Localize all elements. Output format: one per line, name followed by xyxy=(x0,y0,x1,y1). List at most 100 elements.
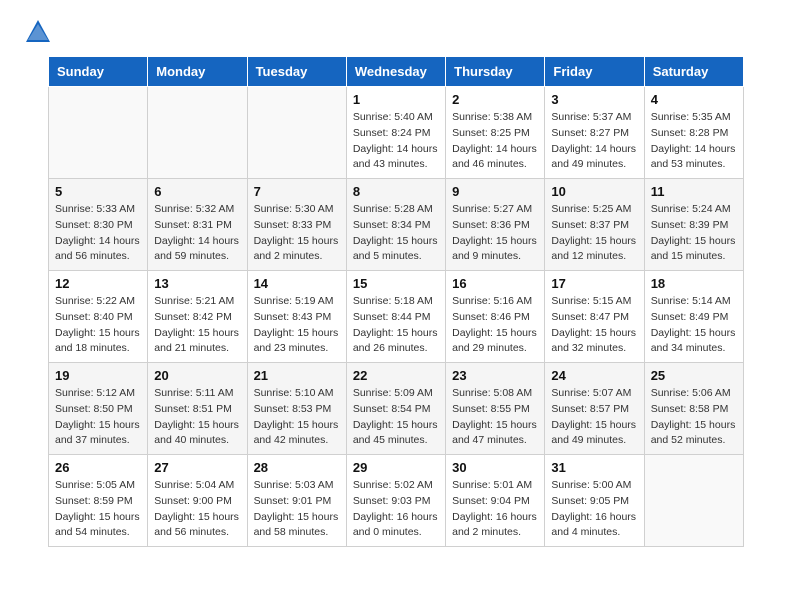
calendar-cell: 4 Sunrise: 5:35 AM Sunset: 8:28 PM Daylig… xyxy=(644,87,743,179)
day-info: Sunrise: 5:21 AM Sunset: 8:42 PM Dayligh… xyxy=(154,294,240,357)
day-info: Sunrise: 5:01 AM Sunset: 9:04 PM Dayligh… xyxy=(452,478,538,541)
day-number: 22 xyxy=(353,368,439,383)
day-number: 31 xyxy=(551,460,637,475)
calendar-cell: 5 Sunrise: 5:33 AM Sunset: 8:30 PM Daylig… xyxy=(49,179,148,271)
calendar-cell: 17Sunrise: 5:15 AM Sunset: 8:47 PM Dayli… xyxy=(545,271,644,363)
calendar-cell: 16 Sunrise: 5:16 AM Sunset: 8:46 PM Dayli… xyxy=(446,271,545,363)
day-info: Sunrise: 5:11 AM Sunset: 8:51 PM Dayligh… xyxy=(154,386,240,449)
col-header-thursday: Thursday xyxy=(446,57,545,87)
day-number: 11 xyxy=(651,184,737,199)
calendar-cell: 20 Sunrise: 5:11 AM Sunset: 8:51 PM Dayli… xyxy=(148,363,247,455)
col-header-friday: Friday xyxy=(545,57,644,87)
calendar-cell: 18 Sunrise: 5:14 AM Sunset: 8:49 PM Dayli… xyxy=(644,271,743,363)
calendar-cell: 30Sunrise: 5:01 AM Sunset: 9:04 PM Dayli… xyxy=(446,455,545,547)
calendar-cell: 8Sunrise: 5:28 AM Sunset: 8:34 PM Daylig… xyxy=(346,179,445,271)
calendar-cell: 23 Sunrise: 5:08 AM Sunset: 8:55 PM Dayli… xyxy=(446,363,545,455)
day-number: 12 xyxy=(55,276,141,291)
day-number: 24 xyxy=(551,368,637,383)
day-info: Sunrise: 5:04 AM Sunset: 9:00 PM Dayligh… xyxy=(154,478,240,541)
day-number: 16 xyxy=(452,276,538,291)
calendar-cell: 15 Sunrise: 5:18 AM Sunset: 8:44 PM Dayli… xyxy=(346,271,445,363)
calendar-cell: 29Sunrise: 5:02 AM Sunset: 9:03 PM Dayli… xyxy=(346,455,445,547)
day-info: Sunrise: 5:10 AM Sunset: 8:53 PM Dayligh… xyxy=(254,386,340,449)
col-header-wednesday: Wednesday xyxy=(346,57,445,87)
day-number: 2 xyxy=(452,92,538,107)
day-number: 25 xyxy=(651,368,737,383)
day-number: 20 xyxy=(154,368,240,383)
calendar-cell xyxy=(148,87,247,179)
calendar-cell: 19 Sunrise: 5:12 AM Sunset: 8:50 PM Dayli… xyxy=(49,363,148,455)
calendar-week-row: 5 Sunrise: 5:33 AM Sunset: 8:30 PM Daylig… xyxy=(49,179,744,271)
day-info: Sunrise: 5:03 AM Sunset: 9:01 PM Dayligh… xyxy=(254,478,340,541)
day-number: 7 xyxy=(254,184,340,199)
day-info: Sunrise: 5:06 AM Sunset: 8:58 PM Dayligh… xyxy=(651,386,737,449)
day-info: Sunrise: 5:08 AM Sunset: 8:55 PM Dayligh… xyxy=(452,386,538,449)
day-number: 4 xyxy=(651,92,737,107)
day-info: Sunrise: 5:32 AM Sunset: 8:31 PM Dayligh… xyxy=(154,202,240,265)
day-info: Sunrise: 5:07 AM Sunset: 8:57 PM Dayligh… xyxy=(551,386,637,449)
calendar-cell: 6 Sunrise: 5:32 AM Sunset: 8:31 PM Daylig… xyxy=(148,179,247,271)
day-info: Sunrise: 5:14 AM Sunset: 8:49 PM Dayligh… xyxy=(651,294,737,357)
calendar-cell: 2 Sunrise: 5:38 AM Sunset: 8:25 PM Daylig… xyxy=(446,87,545,179)
calendar-cell xyxy=(644,455,743,547)
calendar-table: SundayMondayTuesdayWednesdayThursdayFrid… xyxy=(48,56,744,547)
day-number: 15 xyxy=(353,276,439,291)
day-info: Sunrise: 5:22 AM Sunset: 8:40 PM Dayligh… xyxy=(55,294,141,357)
day-info: Sunrise: 5:35 AM Sunset: 8:28 PM Dayligh… xyxy=(651,110,737,173)
logo xyxy=(24,18,56,46)
day-number: 23 xyxy=(452,368,538,383)
day-number: 14 xyxy=(254,276,340,291)
calendar-wrapper: SundayMondayTuesdayWednesdayThursdayFrid… xyxy=(0,56,792,563)
day-number: 13 xyxy=(154,276,240,291)
calendar-cell: 22Sunrise: 5:09 AM Sunset: 8:54 PM Dayli… xyxy=(346,363,445,455)
calendar-cell: 28 Sunrise: 5:03 AM Sunset: 9:01 PM Dayli… xyxy=(247,455,346,547)
day-info: Sunrise: 5:40 AM Sunset: 8:24 PM Dayligh… xyxy=(353,110,439,173)
day-number: 28 xyxy=(254,460,340,475)
calendar-cell: 27 Sunrise: 5:04 AM Sunset: 9:00 PM Dayli… xyxy=(148,455,247,547)
day-number: 10 xyxy=(551,184,637,199)
day-number: 18 xyxy=(651,276,737,291)
day-number: 19 xyxy=(55,368,141,383)
calendar-cell xyxy=(49,87,148,179)
day-number: 5 xyxy=(55,184,141,199)
day-info: Sunrise: 5:27 AM Sunset: 8:36 PM Dayligh… xyxy=(452,202,538,265)
calendar-cell: 11Sunrise: 5:24 AM Sunset: 8:39 PM Dayli… xyxy=(644,179,743,271)
col-header-sunday: Sunday xyxy=(49,57,148,87)
calendar-cell: 9 Sunrise: 5:27 AM Sunset: 8:36 PM Daylig… xyxy=(446,179,545,271)
calendar-cell: 25 Sunrise: 5:06 AM Sunset: 8:58 PM Dayli… xyxy=(644,363,743,455)
calendar-header-row: SundayMondayTuesdayWednesdayThursdayFrid… xyxy=(49,57,744,87)
day-info: Sunrise: 5:37 AM Sunset: 8:27 PM Dayligh… xyxy=(551,110,637,173)
day-number: 26 xyxy=(55,460,141,475)
day-info: Sunrise: 5:12 AM Sunset: 8:50 PM Dayligh… xyxy=(55,386,141,449)
day-info: Sunrise: 5:05 AM Sunset: 8:59 PM Dayligh… xyxy=(55,478,141,541)
day-info: Sunrise: 5:28 AM Sunset: 8:34 PM Dayligh… xyxy=(353,202,439,265)
day-number: 6 xyxy=(154,184,240,199)
calendar-cell: 31Sunrise: 5:00 AM Sunset: 9:05 PM Dayli… xyxy=(545,455,644,547)
day-info: Sunrise: 5:02 AM Sunset: 9:03 PM Dayligh… xyxy=(353,478,439,541)
col-header-saturday: Saturday xyxy=(644,57,743,87)
day-info: Sunrise: 5:30 AM Sunset: 8:33 PM Dayligh… xyxy=(254,202,340,265)
calendar-week-row: 1 Sunrise: 5:40 AM Sunset: 8:24 PM Daylig… xyxy=(49,87,744,179)
calendar-cell: 7 Sunrise: 5:30 AM Sunset: 8:33 PM Daylig… xyxy=(247,179,346,271)
day-number: 3 xyxy=(551,92,637,107)
calendar-week-row: 19 Sunrise: 5:12 AM Sunset: 8:50 PM Dayli… xyxy=(49,363,744,455)
day-info: Sunrise: 5:33 AM Sunset: 8:30 PM Dayligh… xyxy=(55,202,141,265)
calendar-cell: 21 Sunrise: 5:10 AM Sunset: 8:53 PM Dayli… xyxy=(247,363,346,455)
col-header-monday: Monday xyxy=(148,57,247,87)
day-number: 1 xyxy=(353,92,439,107)
day-number: 9 xyxy=(452,184,538,199)
calendar-cell: 14 Sunrise: 5:19 AM Sunset: 8:43 PM Dayli… xyxy=(247,271,346,363)
day-number: 27 xyxy=(154,460,240,475)
day-number: 17 xyxy=(551,276,637,291)
calendar-cell: 1 Sunrise: 5:40 AM Sunset: 8:24 PM Daylig… xyxy=(346,87,445,179)
day-info: Sunrise: 5:16 AM Sunset: 8:46 PM Dayligh… xyxy=(452,294,538,357)
calendar-cell: 13 Sunrise: 5:21 AM Sunset: 8:42 PM Dayli… xyxy=(148,271,247,363)
day-info: Sunrise: 5:38 AM Sunset: 8:25 PM Dayligh… xyxy=(452,110,538,173)
calendar-cell: 26 Sunrise: 5:05 AM Sunset: 8:59 PM Dayli… xyxy=(49,455,148,547)
calendar-cell: 12 Sunrise: 5:22 AM Sunset: 8:40 PM Dayli… xyxy=(49,271,148,363)
day-info: Sunrise: 5:19 AM Sunset: 8:43 PM Dayligh… xyxy=(254,294,340,357)
day-number: 21 xyxy=(254,368,340,383)
calendar-cell xyxy=(247,87,346,179)
day-info: Sunrise: 5:18 AM Sunset: 8:44 PM Dayligh… xyxy=(353,294,439,357)
calendar-cell: 10Sunrise: 5:25 AM Sunset: 8:37 PM Dayli… xyxy=(545,179,644,271)
